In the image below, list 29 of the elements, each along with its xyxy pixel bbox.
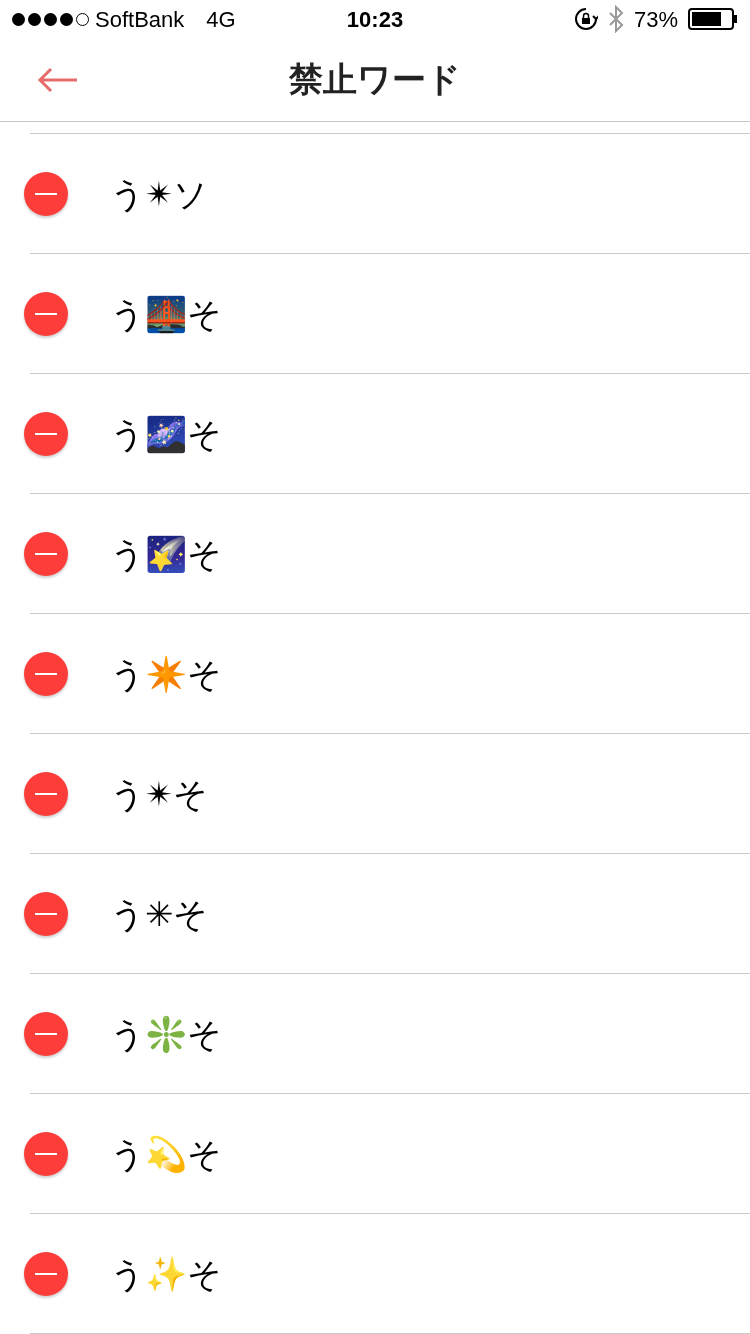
battery-icon [688,8,738,31]
banned-word: う✳そ [110,893,208,935]
rotation-lock-icon [573,7,598,32]
delete-button[interactable] [24,1252,68,1296]
battery-percentage: 73% [633,5,678,34]
network-type: 4G [206,5,236,34]
banned-word: う✴そ [110,773,208,815]
delete-button[interactable] [24,772,68,816]
banned-word: う✨そ [110,1253,222,1295]
delete-button[interactable] [24,292,68,336]
clock: 10:23 [346,5,404,34]
delete-button[interactable] [24,532,68,576]
banned-word: う🌉そ [110,293,222,336]
banned-word: う❇そ [110,1013,222,1055]
banned-word: う💫そ [110,1133,222,1175]
delete-button[interactable] [24,1012,68,1056]
banned-word: う✴ソ [110,173,208,215]
banned-word: う🌌そ [110,413,222,456]
delete-button[interactable] [24,652,68,696]
back-arrow-icon [37,66,79,93]
banned-word: う✴そ [110,653,222,695]
delete-button[interactable] [24,1132,68,1176]
banned-word: う🌠そ [110,533,222,575]
delete-button[interactable] [24,892,68,936]
delete-button[interactable] [24,412,68,456]
screen-title: 禁止ワード [289,59,461,101]
bluetooth-icon [607,5,624,34]
carrier-name: SoftBank [95,5,185,34]
delete-button[interactable] [24,172,68,216]
